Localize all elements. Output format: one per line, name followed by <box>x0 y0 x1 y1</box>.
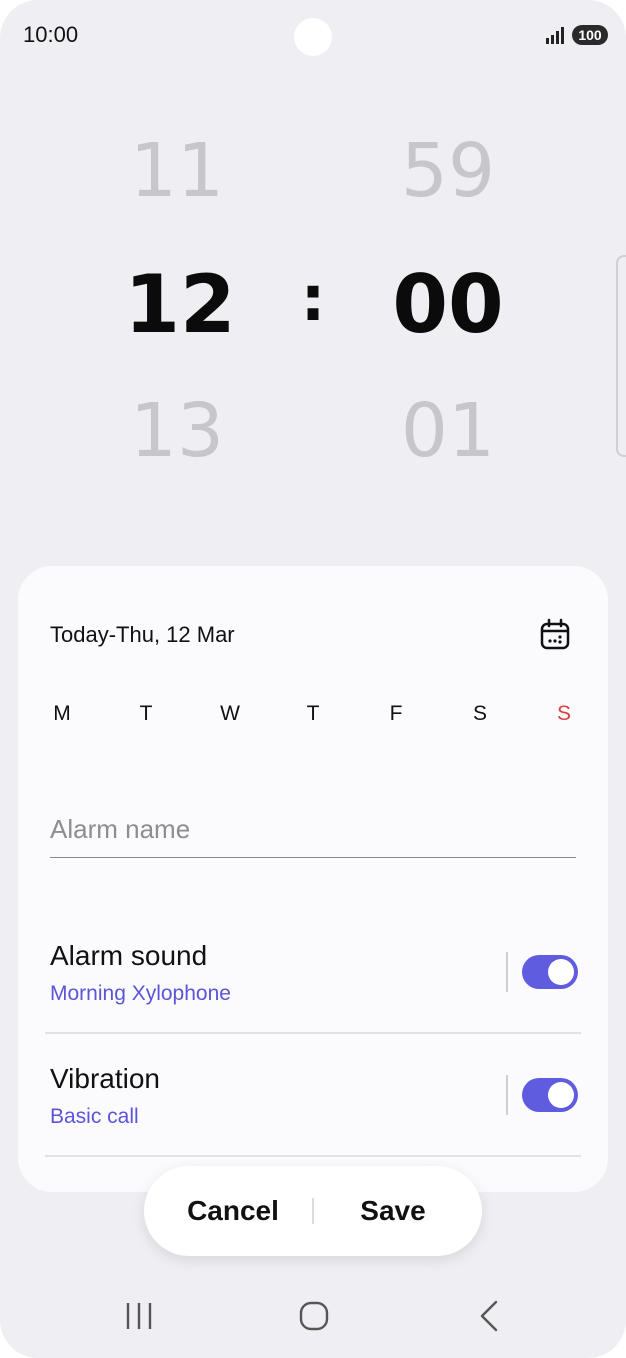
day-sunday[interactable]: S <box>536 702 592 726</box>
calendar-icon[interactable] <box>540 618 570 650</box>
recent-apps-icon[interactable] <box>120 1296 160 1336</box>
vibration-row[interactable]: Vibration Basic call <box>18 1049 608 1159</box>
minute-previous[interactable]: 59 <box>348 128 548 214</box>
minute-selected[interactable]: 00 <box>348 258 548 351</box>
toggle-knob <box>548 1082 574 1108</box>
day-saturday[interactable]: S <box>452 702 508 726</box>
alarm-date[interactable]: Today-Thu, 12 Mar <box>50 622 235 648</box>
toggle-knob <box>548 959 574 985</box>
time-separator: : <box>300 262 326 335</box>
signal-icon <box>546 27 564 44</box>
hour-next[interactable]: 13 <box>77 388 277 474</box>
cancel-button[interactable]: Cancel <box>164 1166 302 1256</box>
vibration-subtitle: Basic call <box>50 1105 139 1128</box>
day-thursday[interactable]: T <box>285 702 341 726</box>
status-time: 10:00 <box>23 22 79 47</box>
action-bar: Cancel Save <box>144 1166 482 1256</box>
back-icon[interactable] <box>470 1296 510 1336</box>
hour-previous[interactable]: 11 <box>77 128 277 214</box>
save-button[interactable]: Save <box>324 1166 462 1256</box>
day-friday[interactable]: F <box>368 702 424 726</box>
home-icon[interactable] <box>294 1296 334 1336</box>
vibration-title: Vibration <box>50 1063 161 1094</box>
alarm-sound-subtitle: Morning Xylophone <box>50 982 231 1005</box>
minute-next[interactable]: 01 <box>348 388 548 474</box>
battery-icon: 100 <box>572 25 608 45</box>
day-monday[interactable]: M <box>34 702 90 726</box>
vibration-toggle[interactable] <box>522 1078 578 1112</box>
front-camera <box>294 18 332 56</box>
divider <box>45 1032 581 1034</box>
action-separator <box>312 1198 314 1224</box>
divider <box>45 1155 581 1157</box>
alarm-sound-row[interactable]: Alarm sound Morning Xylophone <box>18 926 608 1036</box>
hour-selected[interactable]: 12 <box>80 258 280 351</box>
alarm-name-input[interactable] <box>50 814 576 858</box>
phone-screen: 10:00 100 11 12 13 : 59 00 01 Today-Thu,… <box>0 0 626 1358</box>
alarm-sound-toggle[interactable] <box>522 955 578 989</box>
row-divider <box>506 1075 508 1115</box>
edge-panel-handle[interactable] <box>616 255 626 457</box>
row-divider <box>506 952 508 992</box>
repeat-days: M T W T F S S <box>34 702 598 732</box>
alarm-settings-card: Today-Thu, 12 Mar M T W T F S S Alarm so… <box>18 566 608 1192</box>
alarm-sound-title: Alarm sound <box>50 940 208 971</box>
day-wednesday[interactable]: W <box>202 702 258 726</box>
day-tuesday[interactable]: T <box>118 702 174 726</box>
